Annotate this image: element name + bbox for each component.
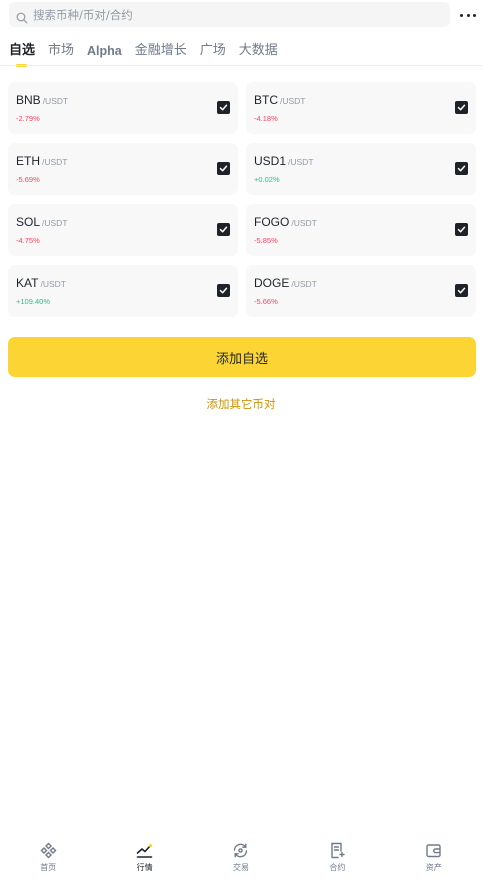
pair-symbol: BTC [254, 93, 278, 107]
checkbox-checked-icon[interactable] [455, 162, 468, 175]
checkbox-checked-icon[interactable] [455, 101, 468, 114]
market-chart-icon [136, 843, 153, 858]
tab-finance-growth[interactable]: 金融增长 [135, 42, 187, 60]
nav-label: 行情 [136, 863, 153, 872]
futures-document-icon [331, 842, 345, 859]
home-diamond-icon [40, 842, 57, 859]
tab-bar: 自选 市场 Alpha 金融增长 广场 大数据 [9, 40, 291, 67]
tab-favorites[interactable]: 自选 [9, 42, 35, 67]
pair-quote: /USDT [40, 279, 66, 289]
tab-big-data[interactable]: 大数据 [239, 42, 278, 60]
nav-item-trade[interactable]: 交易 [193, 836, 289, 881]
checkbox-checked-icon[interactable] [217, 162, 230, 175]
pair-card-doge[interactable]: DOGE/USDT -5.66% [246, 265, 476, 317]
pair-change: -2.79% [16, 114, 40, 123]
add-favorites-button[interactable]: 添加自选 [8, 337, 476, 377]
checkbox-checked-icon[interactable] [455, 284, 468, 297]
pair-quote: /USDT [291, 218, 317, 228]
nav-label: 首页 [40, 863, 57, 872]
pair-card-btc[interactable]: BTC/USDT -4.18% [246, 82, 476, 134]
wallet-icon [426, 844, 441, 858]
bottom-nav: 首页 行情 交易 合约 资产 [0, 836, 482, 881]
pair-change: -4.75% [16, 236, 40, 245]
pair-change: +109.40% [16, 297, 50, 306]
nav-label: 交易 [232, 863, 249, 872]
pair-symbol: USD1 [254, 154, 287, 168]
nav-label: 资产 [425, 863, 442, 872]
top-bar [0, 0, 482, 30]
pair-symbol: ETH [16, 154, 40, 168]
checkbox-checked-icon[interactable] [217, 223, 230, 236]
checkbox-checked-icon[interactable] [217, 101, 230, 114]
pair-change: -5.85% [254, 236, 278, 245]
nav-item-market[interactable]: 行情 [96, 836, 192, 881]
pair-card-bnb[interactable]: BNB/USDT -2.79% [8, 82, 238, 134]
pair-card-sol[interactable]: SOL/USDT -4.75% [8, 204, 238, 256]
pair-quote: /USDT [288, 157, 314, 167]
pair-change: -5.69% [16, 175, 40, 184]
tab-market[interactable]: 市场 [48, 42, 74, 60]
checkbox-checked-icon[interactable] [217, 284, 230, 297]
tab-divider [0, 65, 482, 66]
pair-symbol: KAT [16, 276, 39, 290]
search-icon [16, 9, 28, 23]
pair-change: -4.18% [254, 114, 278, 123]
pair-quote: /USDT [42, 218, 68, 228]
pair-card-fogo[interactable]: FOGO/USDT -5.85% [246, 204, 476, 256]
add-other-pairs-link[interactable]: 添加其它币对 [0, 396, 482, 412]
nav-item-home[interactable]: 首页 [0, 836, 96, 881]
checkbox-checked-icon[interactable] [455, 223, 468, 236]
pair-symbol: BNB [16, 93, 41, 107]
search-input[interactable] [33, 7, 413, 22]
more-dots-icon[interactable] [460, 8, 476, 22]
tab-square[interactable]: 广场 [200, 42, 226, 60]
pair-quote: /USDT [291, 279, 317, 289]
pair-change: -5.66% [254, 297, 278, 306]
nav-item-futures[interactable]: 合约 [289, 836, 385, 881]
pair-card-eth[interactable]: ETH/USDT -5.69% [8, 143, 238, 195]
pair-symbol: SOL [16, 215, 41, 229]
tab-alpha[interactable]: Alpha [87, 42, 122, 60]
pair-change: +0.02% [254, 175, 280, 184]
trade-exchange-icon [234, 843, 248, 858]
search-bar[interactable] [9, 2, 450, 27]
pair-symbol: FOGO [254, 215, 290, 229]
pair-quote: /USDT [42, 96, 69, 106]
pair-symbol: DOGE [254, 276, 290, 290]
nav-item-assets[interactable]: 资产 [386, 836, 482, 881]
pair-quote: /USDT [42, 157, 68, 167]
pair-card-usd1[interactable]: USD1/USDT +0.02% [246, 143, 476, 195]
pair-quote: /USDT [280, 96, 306, 106]
nav-label: 合约 [329, 863, 346, 872]
pair-card-kat[interactable]: KAT/USDT +109.40% [8, 265, 238, 317]
